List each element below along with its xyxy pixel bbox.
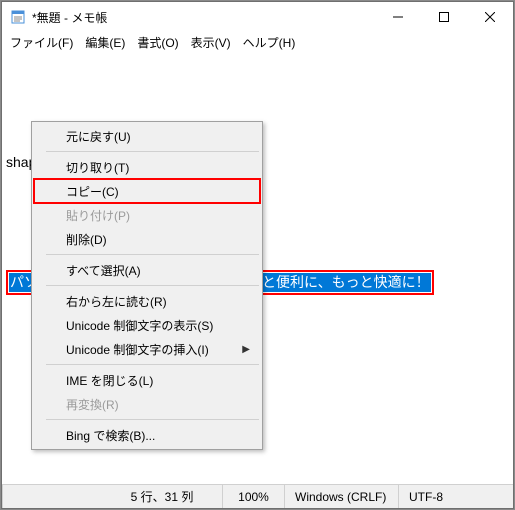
menu-file[interactable]: ファイル(F) [4, 32, 79, 53]
status-zoom: 100% [222, 485, 284, 508]
ctx-paste[interactable]: 貼り付け(P) [34, 203, 260, 227]
ctx-undo[interactable]: 元に戻す(U) [34, 124, 260, 148]
minimize-button[interactable] [375, 2, 421, 32]
ctx-delete[interactable]: 削除(D) [34, 227, 260, 251]
status-spacer [2, 485, 102, 508]
close-button[interactable] [467, 2, 513, 32]
ctx-rtl[interactable]: 右から左に読む(R) [34, 289, 260, 313]
ctx-separator [46, 151, 259, 152]
ctx-reconvert[interactable]: 再変換(R) [34, 392, 260, 416]
ctx-bing-search[interactable]: Bing で検索(B)... [34, 423, 260, 447]
ctx-separator [46, 419, 259, 420]
ctx-cut[interactable]: 切り取り(T) [34, 155, 260, 179]
menu-help[interactable]: ヘルプ(H) [237, 32, 302, 53]
notepad-window: *無題 - メモ帳 ファイル(F) 編集(E) 書式(O) 表示(V) ヘルプ(… [1, 1, 514, 509]
ctx-copy[interactable]: コピー(C) [34, 179, 260, 203]
menu-edit[interactable]: 編集(E) [79, 32, 131, 53]
context-menu: 元に戻す(U) 切り取り(T) コピー(C) 貼り付け(P) 削除(D) すべて… [31, 121, 263, 450]
titlebar: *無題 - メモ帳 [2, 2, 513, 32]
chevron-right-icon: ▶ [242, 344, 250, 355]
ctx-separator [46, 285, 259, 286]
statusbar: 5 行、31 列 100% Windows (CRLF) UTF-8 [2, 484, 513, 508]
maximize-button[interactable] [421, 2, 467, 32]
status-eol: Windows (CRLF) [284, 485, 398, 508]
window-title: *無題 - メモ帳 [32, 9, 375, 26]
ctx-ime-close[interactable]: IME を閉じる(L) [34, 368, 260, 392]
status-position: 5 行、31 列 [102, 485, 222, 508]
ctx-separator [46, 364, 259, 365]
menubar: ファイル(F) 編集(E) 書式(O) 表示(V) ヘルプ(H) [2, 32, 513, 52]
menu-format[interactable]: 書式(O) [131, 32, 184, 53]
ctx-select-all[interactable]: すべて選択(A) [34, 258, 260, 282]
status-encoding: UTF-8 [398, 485, 513, 508]
ctx-ucd-insert[interactable]: Unicode 制御文字の挿入(I)▶ [34, 337, 260, 361]
window-controls [375, 2, 513, 32]
notepad-icon [10, 9, 26, 25]
ctx-ucd-show[interactable]: Unicode 制御文字の表示(S) [34, 313, 260, 337]
text-area[interactable]: shaping tomorrow with you パソコンライフを、もっと楽し… [2, 52, 513, 484]
ctx-separator [46, 254, 259, 255]
menu-view[interactable]: 表示(V) [185, 32, 237, 53]
